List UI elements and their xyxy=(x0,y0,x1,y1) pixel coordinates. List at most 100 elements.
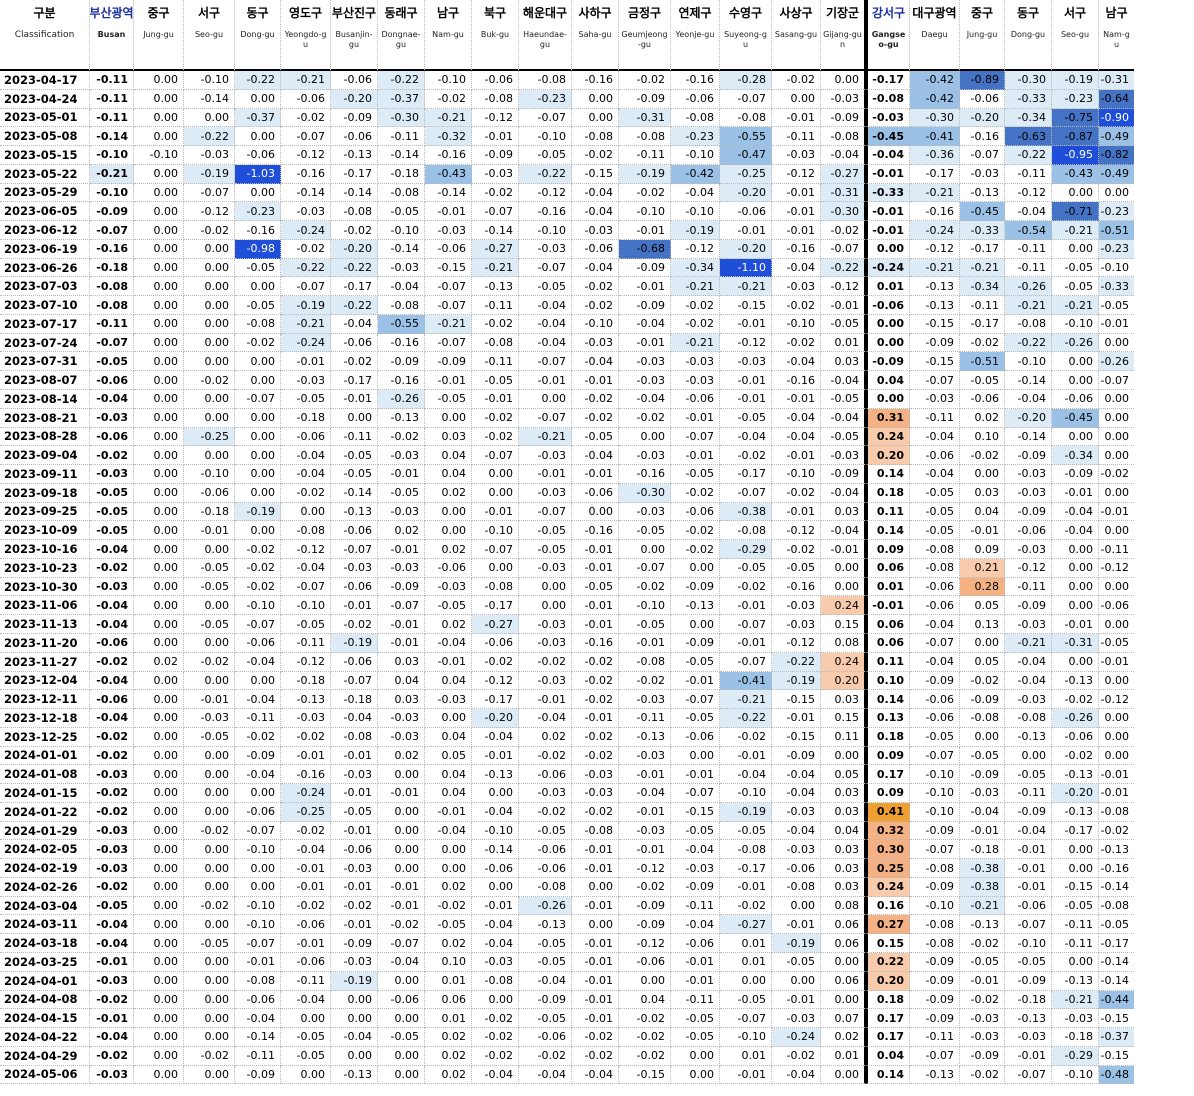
district-value-cell[interactable]: -0.38 xyxy=(720,502,772,522)
district-value-cell[interactable]: 0.04 xyxy=(425,671,472,691)
district-value-cell[interactable]: -0.04 xyxy=(572,1065,619,1085)
district-value-cell[interactable]: -0.07 xyxy=(281,577,331,597)
district-value-cell[interactable]: 0.00 xyxy=(1052,427,1099,447)
district-value-cell[interactable]: -0.22 xyxy=(184,127,235,147)
district-value-cell[interactable]: -0.13 xyxy=(331,1065,378,1085)
district-value-cell[interactable]: -0.14 xyxy=(184,89,235,109)
district-value-cell[interactable]: -0.20 xyxy=(1005,408,1052,428)
district-value-cell[interactable]: -0.12 xyxy=(821,277,866,297)
district-value-cell[interactable]: -0.07 xyxy=(910,633,960,653)
district-value-cell[interactable]: -0.02 xyxy=(619,183,671,203)
district-value-cell[interactable]: 0.00 xyxy=(184,108,235,128)
district-value-cell[interactable]: -0.05 xyxy=(671,821,720,841)
district-value-cell[interactable]: -0.01 xyxy=(378,633,425,653)
district-value-cell[interactable]: -0.30 xyxy=(1005,71,1052,90)
district-value-cell[interactable]: -0.13 xyxy=(519,915,572,935)
district-value-cell[interactable]: -0.23 xyxy=(1099,239,1134,259)
district-value-cell[interactable]: 0.00 xyxy=(134,71,184,90)
district-value-cell[interactable]: -0.03 xyxy=(619,502,671,522)
district-value-cell[interactable]: -0.07 xyxy=(331,671,378,691)
district-value-cell[interactable]: -0.06 xyxy=(472,859,519,878)
district-value-cell[interactable]: -0.02 xyxy=(281,821,331,841)
district-value-cell[interactable]: -0.48 xyxy=(1099,1065,1134,1085)
district-value-cell[interactable]: 0.00 xyxy=(1099,709,1134,728)
row-date-cell[interactable]: 2023-07-03 xyxy=(0,277,90,297)
district-value-cell[interactable]: -0.07 xyxy=(235,390,281,409)
district-value-cell[interactable]: -0.06 xyxy=(281,89,331,109)
district-value-cell[interactable]: -0.49 xyxy=(1099,164,1134,184)
district-value-cell[interactable]: -0.08 xyxy=(472,577,519,597)
region-value-cell[interactable]: 0.41 xyxy=(866,802,910,822)
district-value-cell[interactable]: -0.41 xyxy=(910,127,960,147)
district-value-cell[interactable]: 0.00 xyxy=(821,746,866,766)
district-value-cell[interactable]: -0.17 xyxy=(1052,821,1099,841)
district-value-cell[interactable]: -0.09 xyxy=(960,765,1005,785)
row-date-cell[interactable]: 2023-12-11 xyxy=(0,690,90,710)
district-value-cell[interactable]: -0.01 xyxy=(572,896,619,916)
region-value-cell[interactable]: -0.14 xyxy=(90,127,134,147)
district-value-cell[interactable]: -0.03 xyxy=(619,371,671,391)
district-value-cell[interactable]: -0.68 xyxy=(619,239,671,259)
district-value-cell[interactable]: -0.10 xyxy=(235,840,281,860)
district-value-cell[interactable]: -0.10 xyxy=(519,221,572,240)
district-value-cell[interactable]: 0.00 xyxy=(378,1046,425,1066)
district-value-cell[interactable]: 0.00 xyxy=(1052,577,1099,597)
district-value-cell[interactable]: -0.21 xyxy=(472,258,519,278)
district-value-cell[interactable]: 0.00 xyxy=(1005,746,1052,766)
district-value-cell[interactable]: -0.26 xyxy=(1052,333,1099,353)
district-value-cell[interactable]: -0.08 xyxy=(671,108,720,128)
region-value-cell[interactable]: -0.04 xyxy=(90,915,134,935)
district-value-cell[interactable]: -0.07 xyxy=(519,408,572,428)
region-value-cell[interactable]: -0.01 xyxy=(866,202,910,222)
row-date-cell[interactable]: 2023-05-22 xyxy=(0,164,90,184)
district-value-cell[interactable]: 0.02 xyxy=(425,1046,472,1066)
district-value-cell[interactable]: 0.00 xyxy=(960,727,1005,747)
district-value-cell[interactable]: 0.00 xyxy=(472,877,519,897)
district-value-cell[interactable]: -0.10 xyxy=(134,146,184,165)
district-value-cell[interactable]: -0.08 xyxy=(1005,709,1052,728)
district-value-cell[interactable]: -0.03 xyxy=(671,371,720,391)
district-value-cell[interactable]: -0.02 xyxy=(572,296,619,315)
district-value-cell[interactable]: -0.02 xyxy=(281,483,331,503)
row-date-cell[interactable]: 2024-02-05 xyxy=(0,840,90,860)
column-header[interactable]: 서구 Seo-gu xyxy=(184,0,235,71)
district-value-cell[interactable]: -0.05 xyxy=(184,615,235,634)
district-value-cell[interactable]: -0.07 xyxy=(472,446,519,466)
district-value-cell[interactable]: -0.04 xyxy=(519,314,572,334)
district-value-cell[interactable]: -0.01 xyxy=(619,765,671,785)
district-value-cell[interactable]: -0.02 xyxy=(472,183,519,203)
district-value-cell[interactable]: -0.15 xyxy=(619,1065,671,1085)
district-value-cell[interactable]: 0.00 xyxy=(472,465,519,484)
district-value-cell[interactable]: -0.05 xyxy=(378,1028,425,1047)
district-value-cell[interactable]: 0.00 xyxy=(184,540,235,559)
district-value-cell[interactable]: -0.03 xyxy=(772,1009,821,1029)
district-value-cell[interactable]: 0.03 xyxy=(821,784,866,803)
district-value-cell[interactable]: -0.06 xyxy=(910,690,960,710)
district-value-cell[interactable]: -0.14 xyxy=(1005,427,1052,447)
district-value-cell[interactable]: -0.08 xyxy=(235,314,281,334)
district-value-cell[interactable]: 0.00 xyxy=(134,971,184,991)
district-value-cell[interactable]: -0.09 xyxy=(519,990,572,1010)
district-value-cell[interactable]: -0.01 xyxy=(960,521,1005,541)
district-value-cell[interactable]: 0.02 xyxy=(425,934,472,953)
district-value-cell[interactable]: 0.00 xyxy=(134,990,184,1010)
district-value-cell[interactable]: -0.16 xyxy=(281,765,331,785)
district-value-cell[interactable]: -0.06 xyxy=(671,502,720,522)
district-value-cell[interactable]: 0.00 xyxy=(134,352,184,372)
district-value-cell[interactable]: 0.06 xyxy=(821,915,866,935)
district-value-cell[interactable]: -0.10 xyxy=(519,127,572,147)
district-value-cell[interactable]: -0.14 xyxy=(331,483,378,503)
district-value-cell[interactable]: -0.12 xyxy=(472,671,519,691)
district-value-cell[interactable]: -0.02 xyxy=(184,896,235,916)
district-value-cell[interactable]: 0.05 xyxy=(425,746,472,766)
district-value-cell[interactable]: -0.05 xyxy=(910,483,960,503)
district-value-cell[interactable]: 0.00 xyxy=(134,821,184,841)
row-date-cell[interactable]: 2024-02-19 xyxy=(0,859,90,878)
district-value-cell[interactable]: -0.01 xyxy=(1099,765,1134,785)
district-value-cell[interactable]: 0.04 xyxy=(378,671,425,691)
district-value-cell[interactable]: -0.02 xyxy=(281,108,331,128)
district-value-cell[interactable]: -0.12 xyxy=(619,859,671,878)
district-value-cell[interactable]: -0.90 xyxy=(1099,108,1134,128)
region-value-cell[interactable]: 0.01 xyxy=(866,277,910,297)
district-value-cell[interactable]: -0.03 xyxy=(960,784,1005,803)
